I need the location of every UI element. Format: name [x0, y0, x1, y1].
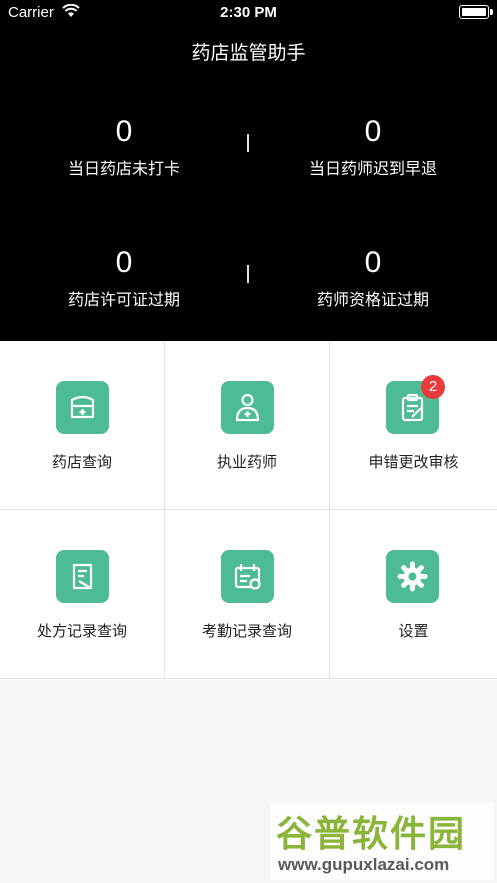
menu-label: 处方记录查询 [36, 623, 127, 640]
stat-label: 当日药店未打卡 [67, 161, 180, 178]
header-panel: Carrier 2:30 PM 药店监管助手 0 当日药店未打卡 0 当日药师迟… [0, 0, 497, 341]
stat-value: 0 [115, 246, 133, 279]
pharmacist-icon [221, 381, 274, 434]
gear-icon [386, 550, 439, 603]
menu-label: 药店查询 [51, 454, 112, 471]
menu-item-pharmacy-query[interactable]: 药店查询 [0, 341, 165, 510]
stat-label: 当日药师迟到早退 [308, 161, 437, 178]
status-bar: Carrier 2:30 PM [0, 0, 497, 26]
stat-qualification-expired[interactable]: 0 药师资格证过期 [249, 246, 497, 310]
menu-item-licensed-pharmacist[interactable]: 执业药师 [165, 341, 330, 510]
menu-label: 考勤记录查询 [201, 623, 292, 640]
watermark-name: 谷普软件园 [276, 813, 467, 854]
prescription-icon [56, 550, 109, 603]
stat-pharmacy-not-checked-in[interactable]: 0 当日药店未打卡 [0, 115, 248, 179]
menu-item-attendance-query[interactable]: 考勤记录查询 [165, 510, 330, 679]
pharmacy-icon [56, 381, 109, 434]
stat-label: 药店许可证过期 [67, 292, 180, 309]
clock: 2:30 PM [220, 4, 277, 21]
attendance-icon [221, 550, 274, 603]
menu-label: 申错更改审核 [368, 454, 459, 471]
notification-badge: 2 [421, 375, 445, 399]
stat-value: 0 [364, 246, 382, 279]
menu-item-settings[interactable]: 设置 [330, 510, 497, 679]
watermark: 谷普软件园 www.gupuxlazai.com [270, 803, 494, 880]
stat-pharmacist-late[interactable]: 0 当日药师迟到早退 [249, 115, 497, 179]
menu-label: 设置 [398, 623, 429, 640]
menu-grid: 药店查询 执业药师 2 申错更改审核 处方记录查询 考勤记录查询 设置 [0, 341, 497, 680]
page-title: 药店监管助手 [191, 43, 306, 64]
stat-value: 0 [115, 115, 133, 148]
stat-label: 药师资格证过期 [316, 292, 429, 309]
menu-item-correction-review[interactable]: 2 申错更改审核 [330, 341, 497, 510]
menu-item-prescription-query[interactable]: 处方记录查询 [0, 510, 165, 679]
watermark-url: www.gupuxlazai.com [278, 855, 450, 874]
battery-icon [459, 5, 493, 19]
stat-license-expired[interactable]: 0 药店许可证过期 [0, 246, 248, 310]
menu-label: 执业药师 [216, 454, 277, 471]
stat-value: 0 [364, 115, 382, 148]
